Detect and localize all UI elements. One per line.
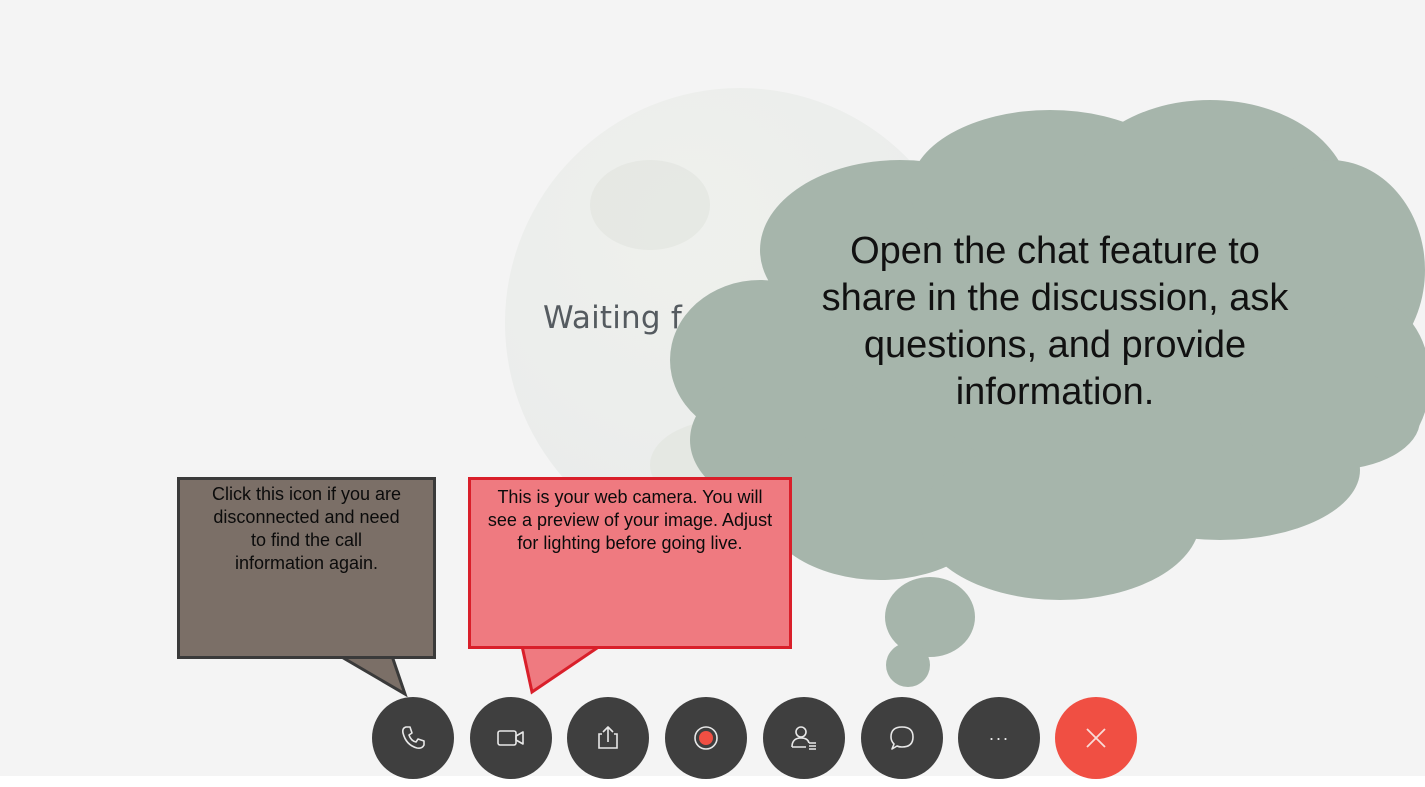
chat-callout-text: Open the chat feature to share in the di… [821, 230, 1289, 413]
avatar-shading [590, 160, 710, 250]
video-camera-icon [497, 730, 524, 746]
participants-icon [791, 726, 816, 750]
disconnect-callout: Click this icon if you are disconnected … [177, 477, 436, 659]
call-button[interactable] [372, 697, 454, 779]
waiting-status-text: Waiting f [543, 300, 682, 336]
share-button[interactable] [567, 697, 649, 779]
chat-bubble-icon [890, 726, 914, 750]
record-button[interactable] [665, 697, 747, 779]
disconnect-callout-text: Click this icon if you are disconnected … [211, 484, 402, 573]
leave-meeting-button[interactable] [1055, 697, 1137, 779]
meeting-toolbar: ··· [0, 697, 1425, 779]
camera-callout-text: This is your web camera. You will see a … [487, 487, 773, 553]
share-upload-icon [598, 726, 618, 749]
video-button[interactable] [470, 697, 552, 779]
more-options-button[interactable]: ··· [958, 697, 1040, 779]
phone-icon [402, 726, 425, 749]
close-icon [1086, 728, 1106, 748]
chat-button[interactable] [861, 697, 943, 779]
participants-button[interactable] [763, 697, 845, 779]
ellipsis-icon: ··· [988, 727, 1010, 748]
record-icon [694, 726, 718, 750]
camera-callout: This is your web camera. You will see a … [468, 477, 792, 649]
